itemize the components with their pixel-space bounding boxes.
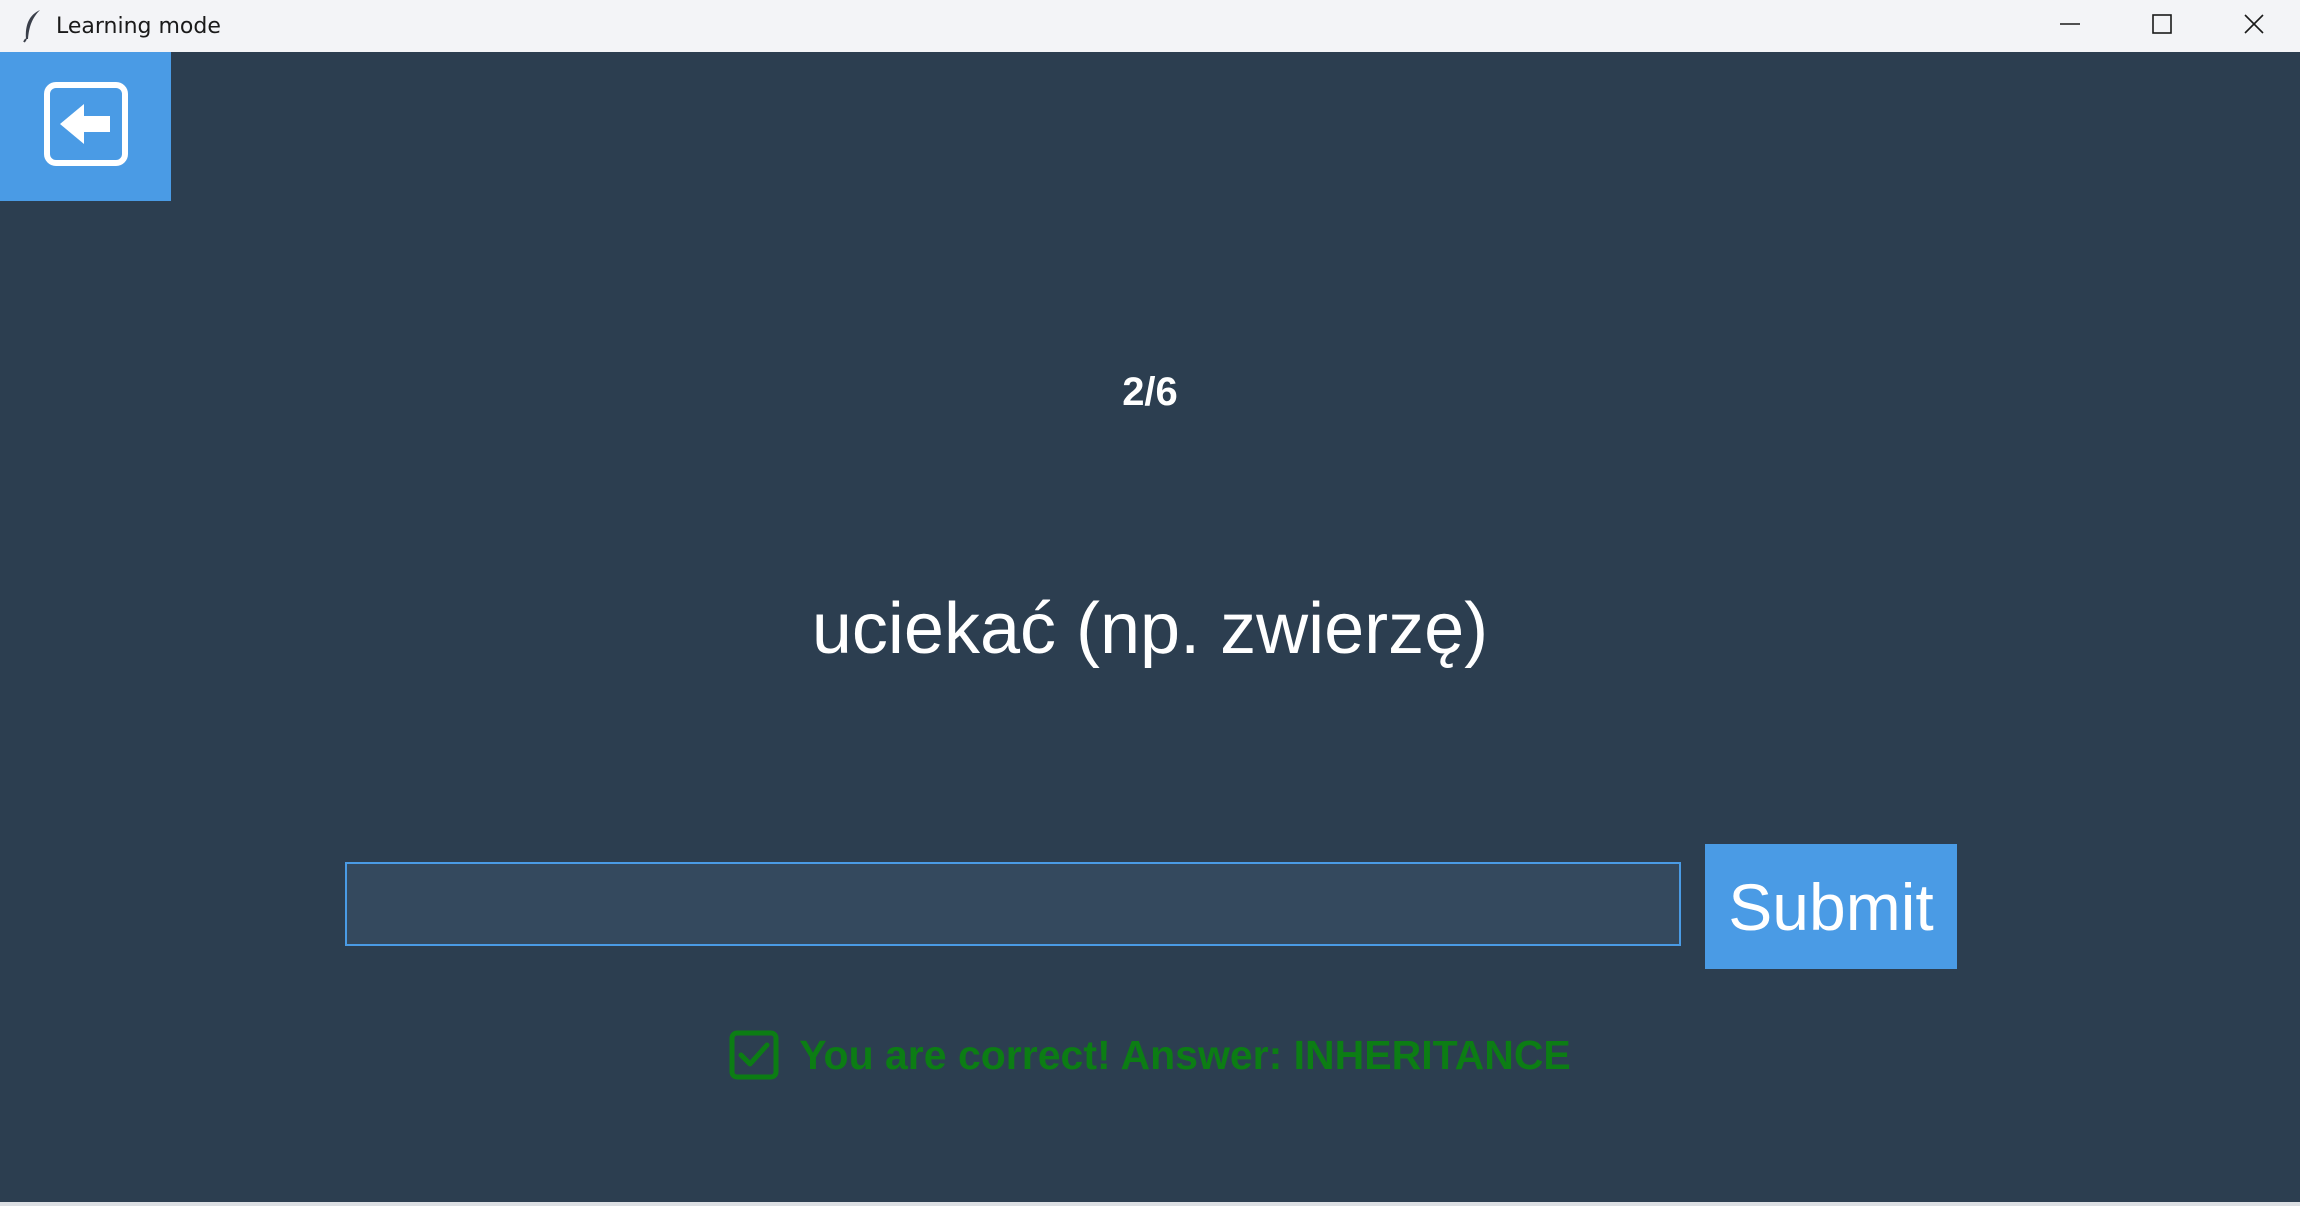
feather-icon — [20, 8, 46, 44]
window-controls — [2024, 0, 2300, 52]
progress-counter: 2/6 — [1122, 370, 1178, 414]
maximize-icon — [2151, 13, 2173, 40]
minimize-button[interactable] — [2024, 0, 2116, 52]
check-square-icon — [729, 1030, 779, 1080]
close-icon — [2243, 13, 2265, 40]
feedback-message: You are correct! Answer: INHERITANCE — [0, 1030, 2300, 1080]
title-bar: Learning mode — [0, 0, 2300, 52]
arrow-left-icon — [42, 80, 130, 173]
feedback-text: You are correct! Answer: INHERITANCE — [799, 1031, 1571, 1078]
learning-window: Learning mode 2/6 uciekać (np. zwierzę) … — [0, 0, 2300, 1206]
back-button[interactable] — [0, 52, 171, 201]
answer-input[interactable] — [345, 862, 1681, 946]
submit-button[interactable]: Submit — [1705, 844, 1957, 969]
close-button[interactable] — [2208, 0, 2300, 52]
window-title: Learning mode — [56, 13, 221, 39]
question-word: uciekać (np. zwierzę) — [811, 589, 1489, 669]
minimize-icon — [2059, 13, 2081, 40]
maximize-button[interactable] — [2116, 0, 2208, 52]
bottom-border — [0, 1202, 2300, 1206]
